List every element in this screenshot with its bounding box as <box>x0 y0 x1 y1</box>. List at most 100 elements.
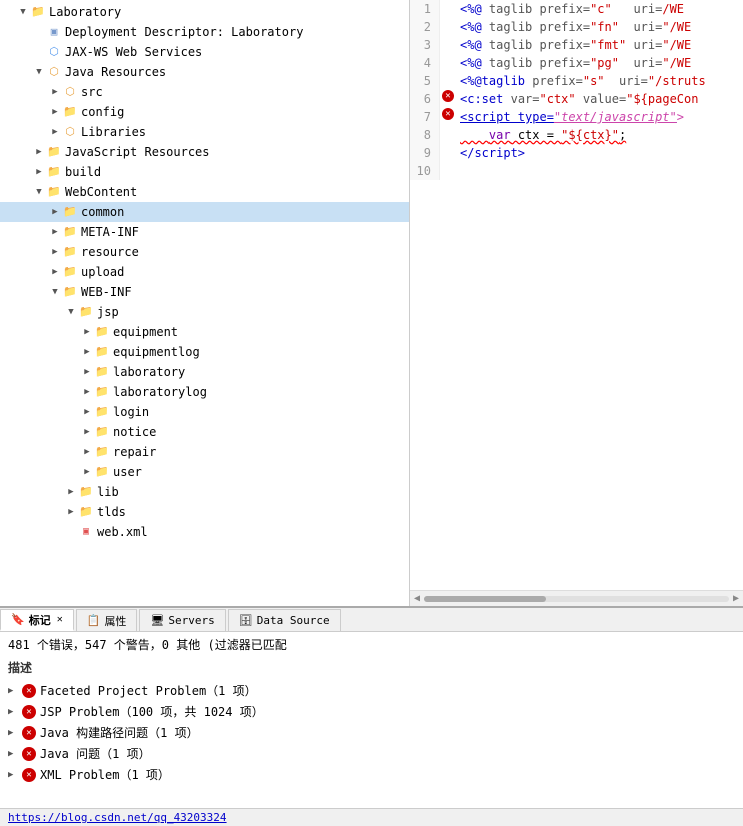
tree-label: web.xml <box>97 525 148 539</box>
tree-item-common[interactable]: ▶ 📁 common <box>0 202 409 222</box>
error-row-java-build[interactable]: ▶ ✕ Java 构建路径问题（1 项） <box>8 722 735 743</box>
tree-label: WEB-INF <box>81 285 132 299</box>
line-code: <%@taglib prefix="s" uri="/struts <box>456 72 706 90</box>
line-code: <%@ taglib prefix="fmt" uri="/WE <box>456 36 691 54</box>
error-marker: ✕ <box>440 108 456 120</box>
tree-item-build[interactable]: ▶ 📁 build <box>0 162 409 182</box>
tree-arrow: ▼ <box>16 7 30 17</box>
expand-icon: ▶ <box>8 770 22 780</box>
js-icon: 📁 <box>46 144 62 160</box>
tree-item-laboratory[interactable]: ▶ 📁 laboratory <box>0 362 409 382</box>
tree-arrow: ▼ <box>48 287 62 297</box>
tree-item-config[interactable]: ▶ 📁 config <box>0 102 409 122</box>
error-row-faceted[interactable]: ▶ ✕ Faceted Project Problem（1 项） <box>8 680 735 701</box>
expand-icon: ▶ <box>8 749 22 759</box>
tree-label: JAX-WS Web Services <box>65 45 202 59</box>
tree-item-jax-ws[interactable]: ⬡ JAX-WS Web Services <box>0 42 409 62</box>
code-line-2: 2 <%@ taglib prefix="fn" uri="/WE <box>410 18 743 36</box>
horizontal-scroll[interactable]: ◀ ▶ <box>410 590 743 606</box>
folder-icon: 📁 <box>46 164 62 180</box>
tree-label: src <box>81 85 103 99</box>
expand-icon: ▶ <box>8 686 22 696</box>
code-line-4: 4 <%@ taglib prefix="pg" uri="/WE <box>410 54 743 72</box>
xml-icon: ▣ <box>78 524 94 540</box>
tree-label: config <box>81 105 124 119</box>
tree-arrow: ▶ <box>80 447 94 457</box>
tree-item-js-resources[interactable]: ▶ 📁 JavaScript Resources <box>0 142 409 162</box>
tree-item-java-resources[interactable]: ▼ ⬡ Java Resources <box>0 62 409 82</box>
tab-servers[interactable]: 🖥 Servers <box>139 609 225 631</box>
tree-arrow: ▶ <box>80 347 94 357</box>
tree-item-repair[interactable]: ▶ 📁 repair <box>0 442 409 462</box>
tree-item-jsp[interactable]: ▼ 📁 jsp <box>0 302 409 322</box>
tree-label: JavaScript Resources <box>65 145 210 159</box>
line-number: 3 <box>410 36 440 54</box>
status-url[interactable]: https://blog.csdn.net/qq_43203324 <box>8 811 227 824</box>
properties-icon: 📋 <box>87 614 101 627</box>
tree-arrow: ▶ <box>48 207 62 217</box>
error-icon: ✕ <box>22 684 36 698</box>
tree-item-login[interactable]: ▶ 📁 login <box>0 402 409 422</box>
tree-arrow: ▶ <box>80 327 94 337</box>
tree-label: Laboratory <box>49 5 121 19</box>
error-text: XML Problem（1 项） <box>40 766 170 783</box>
folder-icon: 📁 <box>94 364 110 380</box>
error-row-xml-problem[interactable]: ▶ ✕ XML Problem（1 项） <box>8 764 735 785</box>
tree-item-resource[interactable]: ▶ 📁 resource <box>0 242 409 262</box>
error-marker: ✕ <box>440 90 456 102</box>
tree-label: repair <box>113 445 156 459</box>
line-code: </script> <box>456 144 525 162</box>
tree-label: jsp <box>97 305 119 319</box>
tree-label: laboratory <box>113 365 185 379</box>
jaxws-icon: ⬡ <box>46 44 62 60</box>
line-number: 2 <box>410 18 440 36</box>
tree-item-laboratory-root[interactable]: ▼ 📁 Laboratory <box>0 2 409 22</box>
folder-icon: 📁 <box>94 464 110 480</box>
servers-icon: 🖥 <box>150 614 164 627</box>
tree-item-upload[interactable]: ▶ 📁 upload <box>0 262 409 282</box>
deploy-icon: ▣ <box>46 24 62 40</box>
tree-item-deployment[interactable]: ▣ Deployment Descriptor: Laboratory <box>0 22 409 42</box>
error-icon: ✕ <box>22 768 36 782</box>
line-code: var ctx = "${ctx}"; <box>456 126 626 144</box>
tree-arrow: ▼ <box>64 307 78 317</box>
error-row-java-problem[interactable]: ▶ ✕ Java 问题（1 项） <box>8 743 735 764</box>
tree-item-tlds[interactable]: ▶ 📁 tlds <box>0 502 409 522</box>
tree-item-equipment[interactable]: ▶ 📁 equipment <box>0 322 409 342</box>
folder-icon: 📁 <box>62 284 78 300</box>
tab-properties[interactable]: 📋 属性 <box>76 609 138 631</box>
tree-item-web-xml[interactable]: ▣ web.xml <box>0 522 409 542</box>
tree-item-web-inf[interactable]: ▼ 📁 WEB-INF <box>0 282 409 302</box>
code-content[interactable]: 1 <%@ taglib prefix="c" uri=/WE 2 <%@ ta… <box>410 0 743 590</box>
tree-item-webcontent[interactable]: ▼ 📁 WebContent <box>0 182 409 202</box>
tree-item-libraries[interactable]: ▶ ⬡ Libraries <box>0 122 409 142</box>
error-row-jsp[interactable]: ▶ ✕ JSP Problem（100 项，共 1024 项） <box>8 701 735 722</box>
tab-markers[interactable]: 🔖 标记 ✕ <box>0 609 74 631</box>
code-line-8: 8 var ctx = "${ctx}"; <box>410 126 743 144</box>
tree-item-user[interactable]: ▶ 📁 user <box>0 462 409 482</box>
tree-arrow: ▶ <box>64 487 78 497</box>
line-code: <c:set var="ctx" value="${pageCon <box>456 90 698 108</box>
file-tree: ▼ 📁 Laboratory ▣ Deployment Descriptor: … <box>0 0 410 606</box>
tree-arrow: ▶ <box>80 407 94 417</box>
tree-item-equipmentlog[interactable]: ▶ 📁 equipmentlog <box>0 342 409 362</box>
tab-datasource[interactable]: 🗄 Data Source <box>228 609 341 631</box>
folder-icon: 📁 <box>62 224 78 240</box>
tree-item-notice[interactable]: ▶ 📁 notice <box>0 422 409 442</box>
tree-item-laboratorylog[interactable]: ▶ 📁 laboratorylog <box>0 382 409 402</box>
tree-item-lib[interactable]: ▶ 📁 lib <box>0 482 409 502</box>
tree-item-meta-inf[interactable]: ▶ 📁 META-INF <box>0 222 409 242</box>
tree-item-src[interactable]: ▶ ⬡ src <box>0 82 409 102</box>
tree-label: META-INF <box>81 225 139 239</box>
line-number: 9 <box>410 144 440 162</box>
folder-icon: 📁 <box>78 304 94 320</box>
bottom-panel: 🔖 标记 ✕ 📋 属性 🖥 Servers 🗄 Data Source 481 … <box>0 606 743 826</box>
tab-datasource-label: Data Source <box>257 614 330 627</box>
folder-icon: 📁 <box>62 264 78 280</box>
folder-icon: 📁 <box>94 424 110 440</box>
tree-label: common <box>81 205 124 219</box>
line-code: <script type="text/javascript"> <box>456 108 684 126</box>
line-number: 10 <box>410 162 440 180</box>
markers-icon: 🔖 <box>11 613 25 626</box>
tree-arrow: ▼ <box>32 67 46 77</box>
